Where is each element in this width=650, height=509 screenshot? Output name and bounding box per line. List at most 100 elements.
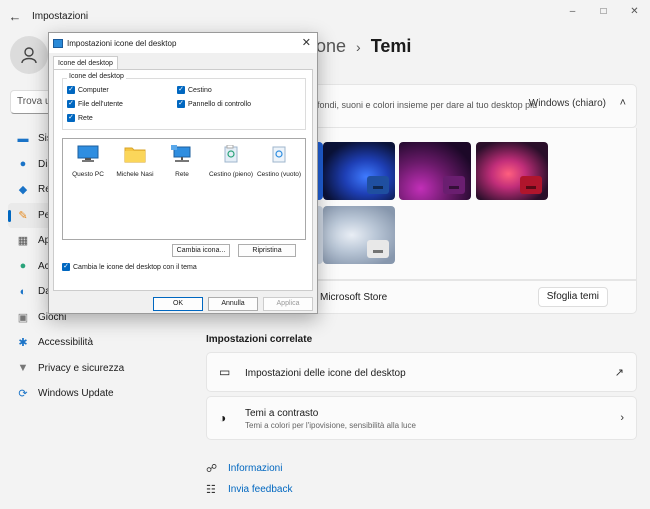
recycle-bin-empty-icon [272,146,286,163]
sidebar-item-label: Windows Update [38,388,114,400]
dialog-tabs: Icone del desktop [49,53,317,70]
monitor-icon: ▭ [219,365,231,379]
app-title: Impostazioni [32,10,89,22]
sidebar-item-label: Accessibilità [38,337,94,349]
related-item-desktop-icons[interactable]: ▭ Impostazioni delle icone del desktop ↗ [206,352,637,392]
apps-icon: ▦ [17,235,29,248]
sidebar-item-label: Privacy e sicurezza [38,362,125,374]
maximize-button[interactable]: □ [588,0,619,22]
help-link-info[interactable]: ☍ Informazioni [206,462,282,475]
update-icon: ⟳ [18,388,28,401]
chevron-right-icon: › [620,412,624,424]
checkbox-network[interactable]: ✓ Rete [67,114,93,122]
checkbox-allow-themes[interactable]: ✓ Cambia le icone del desktop con il tema [62,263,197,271]
checkbox-check-icon: ✓ [67,86,75,94]
dialog-body: Icone del desktop ✓ Computer ✓ Cestino ✓ Fi… [53,69,313,291]
minimize-button[interactable]: – [557,0,588,22]
back-button[interactable]: ← [0,0,30,32]
this-pc-icon [77,145,99,162]
desktop-icon-item[interactable]: Cestino (pieno) [206,144,256,178]
feedback-link[interactable]: ☷ Invia feedback [206,483,293,496]
desktop-icon-settings-dialog: Impostazioni icone del desktop ✕ Icone d… [48,32,318,314]
help-icon: ☍ [206,463,218,475]
theme-thumbnail[interactable] [323,142,395,200]
contrast-icon: ◑ [219,411,227,425]
browse-themes-button[interactable]: Sfoglia temi [537,287,608,307]
feedback-icon: ☷ [206,484,216,496]
recycle-bin-full-icon [224,144,238,163]
desktop-icon-item[interactable]: Rete [157,145,207,178]
checkbox-label: Rete [78,114,93,122]
desktop-icon-item[interactable]: Michele Nasi [110,145,160,178]
apply-button[interactable]: Applica [263,297,313,311]
back-arrow-icon: ← [8,8,22,24]
chevron-up-icon: ˄ [619,97,626,109]
dialog-title: Impostazioni icone del desktop [67,38,177,48]
current-theme-value: Windows (chiaro) [528,98,606,109]
checkbox-label: Cestino [188,86,212,94]
checkbox-computer[interactable]: ✓ Computer [67,86,109,94]
checkbox-label: Computer [78,86,109,94]
checkbox-check-icon: ✓ [67,114,75,122]
checkbox-label: Cambia le icone del desktop con il tema [73,263,197,271]
time-language-icon: ◐ [19,285,27,298]
store-text: l Microsoft Store [315,292,388,303]
network-icon: ◆ [18,184,28,197]
accounts-icon: ● [19,260,27,273]
desktop-icons-group: Icone del desktop ✓ Computer ✓ Cestino ✓ Fi… [62,73,306,130]
desktop-icon-list: Questo PC Michele Nasi Rete Cestino (pie… [62,138,306,240]
related-item-title: Temi a contrasto [245,408,319,419]
checkbox-label: File dell'utente [78,100,123,108]
sidebar-item-windows-update[interactable]: ⟳ Windows Update [8,381,198,407]
system-icon: ▬ [17,132,29,145]
external-link-icon: ↗ [614,367,624,379]
desktop-icon-item[interactable]: Questo PC [63,145,113,178]
ok-button[interactable]: OK [153,297,203,311]
group-label: Icone del desktop [67,73,126,80]
sidebar-item-accessibility[interactable]: ✱ Accessibilità [8,330,198,356]
checkbox-check-icon: ✓ [177,100,185,108]
close-window-button[interactable]: ✕ [619,0,650,22]
related-item-contrast-themes[interactable]: ◑ Temi a contrasto Temi a colori per l'i… [206,396,637,440]
user-icon [21,47,37,64]
shield-icon: ▼ [17,362,29,375]
desktop-icon-item[interactable]: Cestino (vuoto) [254,145,304,178]
theme-thumbnail[interactable] [476,142,548,200]
dialog-title-bar: Impostazioni icone del desktop [49,33,317,53]
desktop-icon-label: Rete [175,171,189,178]
help-link-label: Informazioni [228,463,283,474]
checkbox-recycle-bin[interactable]: ✓ Cestino [177,86,212,94]
change-icon-button[interactable]: Cambia icona... [172,244,230,257]
gaming-icon: ▣ [17,311,29,324]
restore-default-button[interactable]: Ripristina [238,244,296,257]
desktop-icon-label: Cestino (vuoto) [256,171,302,178]
theme-thumbnail[interactable] [323,206,395,264]
sidebar-item-privacy[interactable]: ▼ Privacy e sicurezza [8,356,198,382]
checkbox-check-icon: ✓ [177,86,185,94]
breadcrumb-parent[interactable]: one [316,36,346,57]
theme-description: fondi, suoni e colori insieme per dare a… [317,100,538,110]
desktop-icon-label: Questo PC [72,171,104,178]
bluetooth-icon: ● [19,158,27,171]
user-folder-icon [124,147,146,163]
desktop-icon-label: Michele Nasi [116,171,154,178]
title-bar: ← Impostazioni – □ ✕ [0,0,650,32]
breadcrumb: one › Temi [316,36,411,57]
checkbox-label: Pannello di controllo [188,100,252,108]
window-controls: – □ ✕ [557,0,650,22]
checkbox-user-files[interactable]: ✓ File dell'utente [67,100,123,108]
related-settings-title: Impostazioni correlate [206,334,313,345]
checkbox-check-icon: ✓ [67,100,75,108]
checkbox-check-icon: ✓ [62,263,70,271]
feedback-link-label: Invia feedback [228,484,293,495]
dialog-close-button[interactable]: ✕ [302,36,311,49]
network-icon [171,145,191,162]
avatar[interactable] [10,36,48,74]
related-item-title: Impostazioni delle icone del desktop [245,368,406,379]
checkbox-control-panel[interactable]: ✓ Pannello di controllo [177,100,251,108]
tab-desktop-icons[interactable]: Icone del desktop [53,56,118,70]
page-title: Temi [370,36,412,56]
theme-thumbnail[interactable] [399,142,471,200]
cancel-button[interactable]: Annulla [208,297,258,311]
desktop-icon-label: Cestino (pieno) [208,171,254,178]
